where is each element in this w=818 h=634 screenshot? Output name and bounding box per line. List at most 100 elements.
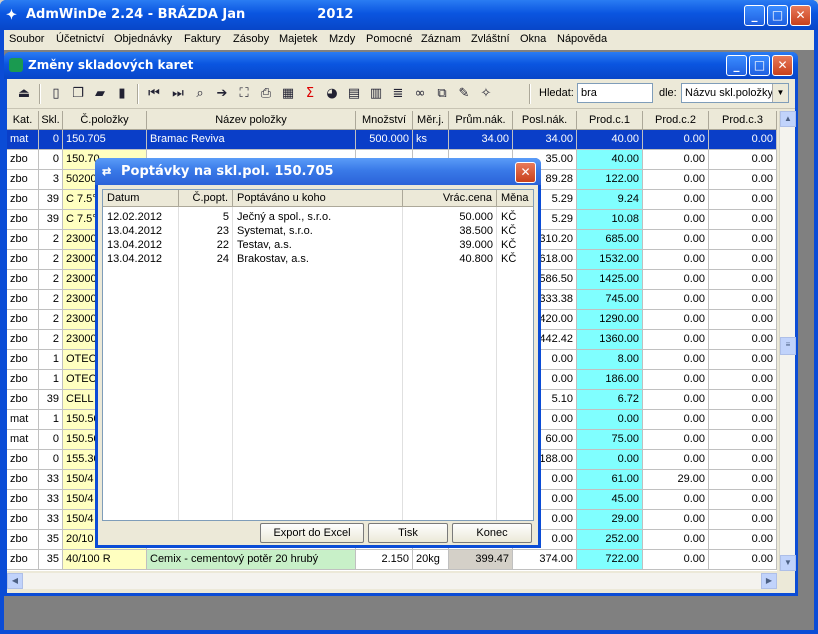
table-cell: 33 xyxy=(39,510,63,530)
last-record-icon[interactable]: ⏭ xyxy=(169,85,187,103)
binoculars-icon[interactable]: ∞ xyxy=(411,85,429,103)
app-maximize-button[interactable]: □ xyxy=(767,5,788,26)
column-header[interactable]: Kat. xyxy=(7,111,39,130)
search-icon[interactable]: ⌕ xyxy=(191,85,209,103)
menu-okna[interactable]: Okna xyxy=(520,33,546,45)
table-cell: 0.00 xyxy=(643,390,709,410)
open-icon[interactable]: ⏏ xyxy=(15,85,33,103)
column-header[interactable]: Skl. xyxy=(39,111,63,130)
menu-soubor[interactable]: Soubor xyxy=(9,33,44,45)
inquiries-column-header[interactable]: Č.popt. xyxy=(179,190,233,207)
chevron-down-icon[interactable]: ▼ xyxy=(772,84,788,102)
close-button[interactable]: Konec xyxy=(452,523,532,543)
table-cell: 1 xyxy=(39,410,63,430)
tool-icon[interactable]: ✎ xyxy=(455,85,473,103)
column-header[interactable]: Prod.c.2 xyxy=(643,111,709,130)
table-cell: zbo xyxy=(7,190,39,210)
copy-icon[interactable]: ❐ xyxy=(69,85,87,103)
vertical-scrollbar[interactable]: ▲ ≡ ▼ xyxy=(779,111,796,571)
column-header[interactable]: Prům.nák. xyxy=(449,111,513,130)
column-header[interactable]: Posl.nák. xyxy=(513,111,577,130)
menu-zaznam[interactable]: Záznam xyxy=(421,33,461,45)
app-title: AdmWinDe 2.24 - BRÁZDA Jan 2012 xyxy=(26,7,354,22)
grid-header: Kat. Skl. Č.položky Název položky Množství Mě… xyxy=(7,111,777,130)
list-item[interactable]: 13.04.2012 22 Testav, a.s. 39.000 KČ xyxy=(103,238,533,252)
table-cell: 0.00 xyxy=(709,450,777,470)
child-minimize-button[interactable]: _ xyxy=(726,55,747,76)
list-cell: 13.04.2012 xyxy=(107,225,163,237)
child-maximize-button[interactable]: □ xyxy=(749,55,770,76)
dialog-title-bar[interactable]: ⇄ Poptávky na skl.pol. 150.705 ✕ xyxy=(95,158,541,185)
search-input[interactable] xyxy=(577,83,653,103)
column-header[interactable]: Č.položky xyxy=(63,111,147,130)
new-icon[interactable]: ▯ xyxy=(47,85,65,103)
table-cell: mat xyxy=(7,410,39,430)
scroll-down-icon[interactable]: ▼ xyxy=(780,555,796,571)
table-cell: 10.08 xyxy=(577,210,643,230)
menu-objednavky[interactable]: Objednávky xyxy=(114,33,172,45)
table-row[interactable]: mat 0 150.705 Bramac Reviva 500.000 ks 34.00 34… xyxy=(7,130,777,150)
report-icon[interactable]: ▤ xyxy=(345,85,363,103)
list-cell: 39.000 xyxy=(459,239,493,251)
excel-icon[interactable]: ▦ xyxy=(279,85,297,103)
magic-icon[interactable]: ✧ xyxy=(477,85,495,103)
horizontal-scrollbar[interactable]: ◀ ▶ xyxy=(7,573,777,589)
menu-napoveda[interactable]: Nápověda xyxy=(557,33,607,45)
table-icon[interactable]: ▥ xyxy=(367,85,385,103)
column-header[interactable]: Prod.c.3 xyxy=(709,111,777,130)
dialog-icon: ⇄ xyxy=(102,166,112,178)
menu-ucetnictvi[interactable]: Účetnictví xyxy=(56,33,104,45)
export-excel-button[interactable]: Export do Excel xyxy=(260,523,364,543)
table-cell: zbo xyxy=(7,150,39,170)
list-icon[interactable]: ≣ xyxy=(389,85,407,103)
scroll-thumb[interactable]: ≡ xyxy=(780,337,796,355)
folder-icon[interactable]: ▰ xyxy=(91,85,109,103)
toolbar-separator xyxy=(137,84,139,104)
scroll-up-icon[interactable]: ▲ xyxy=(780,111,796,127)
app-minimize-button[interactable]: _ xyxy=(744,5,765,26)
child-close-button[interactable]: ✕ xyxy=(772,55,793,76)
menu-zvlastni[interactable]: Zvláštní xyxy=(471,33,510,45)
chart-icon[interactable]: ◕ xyxy=(323,85,341,103)
app-title-bar[interactable]: ✦ AdmWinDe 2.24 - BRÁZDA Jan 2012 _ □ ✕ xyxy=(0,0,818,30)
table-cell: 0.00 xyxy=(709,490,777,510)
print-button[interactable]: Tisk xyxy=(368,523,448,543)
app-close-button[interactable]: ✕ xyxy=(790,5,811,26)
table-cell: 33 xyxy=(39,470,63,490)
column-header[interactable]: Měr.j. xyxy=(413,111,449,130)
menu-majetek[interactable]: Majetek xyxy=(279,33,318,45)
dialog-close-button[interactable]: ✕ xyxy=(515,162,536,183)
delete-icon[interactable]: ▮ xyxy=(113,85,131,103)
inquiries-column-header[interactable]: Měna xyxy=(497,190,533,207)
inquiries-column-header[interactable]: Poptáváno u koho xyxy=(233,190,403,207)
column-header[interactable]: Množství xyxy=(356,111,413,130)
inquiries-column-header[interactable]: Datum xyxy=(103,190,179,207)
first-record-icon[interactable]: ⏮ xyxy=(145,85,163,103)
list-item[interactable]: 13.04.2012 23 Systemat, s.r.o. 38.500 KČ xyxy=(103,224,533,238)
scroll-right-icon[interactable]: ▶ xyxy=(761,573,777,589)
goto-icon[interactable]: ➔ xyxy=(213,85,231,103)
sum-icon[interactable]: Σ xyxy=(301,85,319,103)
table-cell: 150.705 xyxy=(63,130,147,150)
menu-faktury[interactable]: Faktury xyxy=(184,33,221,45)
scroll-left-icon[interactable]: ◀ xyxy=(7,573,23,589)
menu-zasoby[interactable]: Zásoby xyxy=(233,33,269,45)
list-item[interactable]: 13.04.2012 24 Brakostav, a.s. 40.800 KČ xyxy=(103,252,533,266)
inquiries-column-header[interactable]: Vrác.cena xyxy=(403,190,497,207)
print-icon[interactable]: ⎙ xyxy=(257,85,275,103)
list-item[interactable]: 12.02.2012 5 Ječný a spol., s.r.o. 50.000 KČ xyxy=(103,210,533,224)
table-cell: 2 xyxy=(39,270,63,290)
menu-mzdy[interactable]: Mzdy xyxy=(329,33,355,45)
inquiries-dialog: ⇄ Poptávky na skl.pol. 150.705 ✕ Datum Č.… xyxy=(95,158,541,548)
table-cell: 0.00 xyxy=(709,230,777,250)
search-by-select[interactable]: Názvu skl.položky ▼ xyxy=(681,83,789,103)
app-logo-icon: ✦ xyxy=(6,7,17,22)
documents-icon[interactable]: ⧉ xyxy=(433,85,451,103)
column-header[interactable]: Název položky xyxy=(147,111,356,130)
column-header[interactable]: Prod.c.1 xyxy=(577,111,643,130)
child-title-bar[interactable]: Změny skladových karet _ □ ✕ xyxy=(4,52,798,79)
select-icon[interactable]: ⛶ xyxy=(235,85,253,103)
list-cell: Ječný a spol., s.r.o. xyxy=(237,211,332,223)
menu-pomocne[interactable]: Pomocné xyxy=(366,33,412,45)
table-row[interactable]: zbo 35 40/100 R Cemix - cementový potěr 20 … xyxy=(7,550,777,570)
